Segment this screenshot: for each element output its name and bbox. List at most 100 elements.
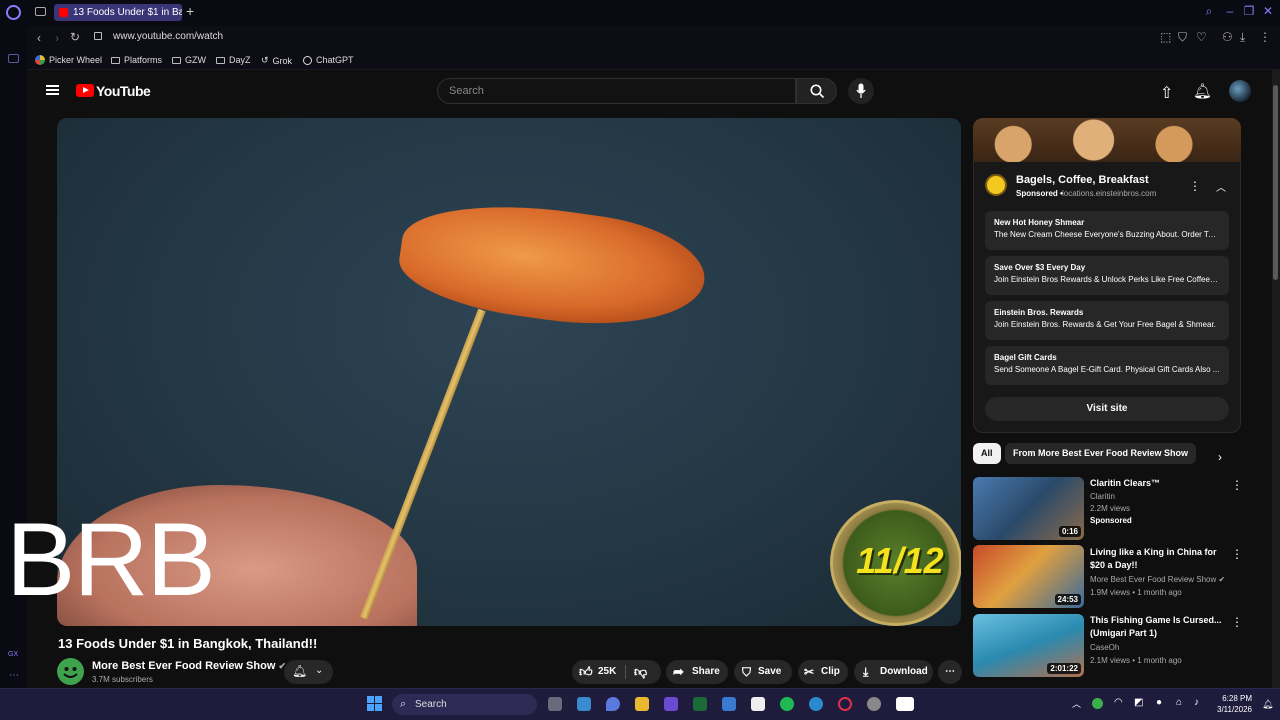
- dislike-button[interactable]: 👎︎: [634, 660, 647, 684]
- rec-channel[interactable]: More Best Ever Food Review Show ✔: [1090, 575, 1225, 584]
- forward-icon[interactable]: ›: [55, 31, 59, 45]
- chip-all[interactable]: All: [973, 443, 1001, 464]
- photos-icon[interactable]: [577, 697, 591, 711]
- search-button[interactable]: [796, 78, 837, 104]
- tray-app-icon-2[interactable]: ◩: [1134, 697, 1143, 708]
- pocket-icon[interactable]: ⛉: [1178, 30, 1187, 45]
- advertiser-logo[interactable]: [985, 174, 1007, 196]
- rec-more-icon[interactable]: ⋮: [1231, 615, 1243, 629]
- sitelink-title: Save Over $3 Every Day: [994, 263, 1086, 272]
- hamburger-menu-icon[interactable]: [46, 85, 59, 95]
- obs-icon[interactable]: [867, 697, 881, 711]
- bookmark-grok[interactable]: ↺ Grok: [261, 55, 292, 66]
- task-view-icon[interactable]: [548, 697, 562, 711]
- browser-search-icon[interactable]: ⌕: [1203, 5, 1215, 17]
- lock-icon[interactable]: [94, 32, 102, 40]
- tray-app-icon[interactable]: [1092, 698, 1103, 709]
- ad-sitelink[interactable]: Einstein Bros. Rewards Join Einstein Bros…: [985, 301, 1229, 340]
- tab-switcher-icon[interactable]: [35, 7, 46, 16]
- rec-channel[interactable]: Claritin: [1090, 492, 1115, 501]
- ad-sitelink[interactable]: Bagel Gift Cards Send Someone A Bagel E-G…: [985, 346, 1229, 385]
- heart-icon[interactable]: ♡: [1196, 30, 1207, 44]
- menu-icon[interactable]: ⋮: [1259, 30, 1271, 44]
- capcut-icon[interactable]: [751, 697, 765, 711]
- collapse-chevron-up-icon[interactable]: ︿: [1216, 179, 1226, 194]
- bookmark-dayz[interactable]: DayZ: [216, 55, 251, 65]
- ad-sitelink[interactable]: Save Over $3 Every Day Join Einstein Bros…: [985, 256, 1229, 295]
- windows-start-icon[interactable]: [367, 696, 382, 711]
- rec-title[interactable]: Claritin Clears™: [1090, 477, 1222, 490]
- tray-network-icon[interactable]: ⌂: [1176, 697, 1182, 708]
- channel-avatar[interactable]: [57, 658, 84, 685]
- snapshot-icon[interactable]: ⬚: [1160, 30, 1171, 44]
- ad-sitelink[interactable]: New Hot Honey Shmear The New Cream Cheese…: [985, 211, 1229, 250]
- streaming-app-icon[interactable]: [896, 697, 914, 711]
- close-window-icon[interactable]: ✕: [1262, 5, 1274, 17]
- bookmark-gzw[interactable]: GZW: [172, 55, 206, 65]
- ad-title[interactable]: Bagels, Coffee, Breakfast: [1016, 174, 1149, 186]
- url-field[interactable]: www.youtube.com/watch: [113, 31, 223, 42]
- gx-label[interactable]: GX: [8, 651, 18, 658]
- notepad-icon[interactable]: [722, 697, 736, 711]
- tray-mic-icon[interactable]: ●: [1156, 697, 1162, 708]
- app-grid-icon[interactable]: [664, 697, 678, 711]
- user-avatar[interactable]: [1229, 80, 1251, 102]
- file-explorer-icon[interactable]: [635, 697, 649, 711]
- opera-gx-taskbar-icon[interactable]: [838, 697, 852, 711]
- downloads-icon[interactable]: ⤓: [1240, 30, 1245, 45]
- sidebar-more-icon[interactable]: ⋯: [9, 670, 19, 681]
- tab-youtube-active[interactable]: 13 Foods Under $1 in Ba: [54, 4, 182, 21]
- account-icon[interactable]: ⚇: [1222, 30, 1233, 44]
- bookmark-chatgpt[interactable]: ChatGPT: [303, 55, 354, 65]
- spotify-icon[interactable]: [780, 697, 794, 711]
- chip-from-channel[interactable]: From More Best Ever Food Review Show: [1005, 443, 1197, 464]
- edge-icon[interactable]: [809, 697, 823, 711]
- rec-more-icon[interactable]: ⋮: [1231, 478, 1243, 492]
- gx-control-icon[interactable]: [8, 54, 19, 63]
- tray-wifi-icon[interactable]: ◠: [1114, 697, 1123, 708]
- share-button[interactable]: ➦ Share: [666, 660, 728, 684]
- chips-next-chevron-icon[interactable]: ›: [1218, 450, 1222, 464]
- rec-channel[interactable]: CaseOh: [1090, 643, 1119, 652]
- create-upload-icon[interactable]: ⇧: [1160, 83, 1173, 103]
- like-button[interactable]: 👍︎: [579, 660, 593, 684]
- like-count[interactable]: 25K: [598, 660, 616, 684]
- taskbar-search[interactable]: ⌕ Search: [392, 694, 537, 715]
- subscription-bell-button[interactable]: 🔔︎ ⌄: [284, 660, 333, 684]
- back-icon[interactable]: ‹: [37, 31, 41, 45]
- restore-icon[interactable]: ❐: [1243, 5, 1255, 17]
- minimize-icon[interactable]: –: [1224, 5, 1236, 17]
- taskbar-time[interactable]: 6:28 PM: [1216, 694, 1252, 703]
- rec-title[interactable]: This Fishing Game Is Cursed... (Umigari …: [1090, 614, 1222, 640]
- tray-chevron-up-icon[interactable]: ︿: [1072, 697, 1081, 710]
- rec-thumbnail[interactable]: 24:53: [973, 545, 1084, 608]
- new-tab-plus-icon[interactable]: +: [186, 3, 194, 19]
- visit-site-button[interactable]: Visit site: [985, 397, 1229, 421]
- rec-thumbnail[interactable]: 0:16: [973, 477, 1084, 540]
- scrollbar-thumb[interactable]: [1273, 85, 1278, 280]
- bookmark-picker-wheel[interactable]: Picker Wheel: [35, 55, 102, 65]
- tray-volume-icon[interactable]: ♪: [1194, 697, 1199, 708]
- notifications-bell-icon[interactable]: 🔔︎: [1193, 82, 1212, 100]
- ad-more-icon[interactable]: ⋮: [1189, 179, 1201, 193]
- reload-icon[interactable]: ↻: [70, 30, 80, 44]
- youtube-logo-icon[interactable]: [76, 84, 94, 97]
- rec-more-icon[interactable]: ⋮: [1231, 547, 1243, 561]
- youtube-logo-text[interactable]: YouTube: [96, 83, 151, 99]
- app-droplet-icon[interactable]: [606, 697, 620, 711]
- taskbar-date[interactable]: 3/11/2026: [1208, 705, 1252, 714]
- channel-name[interactable]: More Best Ever Food Review Show ✔: [92, 660, 286, 672]
- download-button[interactable]: ⤓ Download: [854, 660, 933, 684]
- excel-icon[interactable]: [693, 697, 707, 711]
- opera-gx-logo-icon[interactable]: [6, 5, 21, 20]
- save-button[interactable]: ⛉ Save: [734, 660, 792, 684]
- clip-button[interactable]: ✂ Clip: [798, 660, 848, 684]
- bookmark-platforms[interactable]: Platforms: [111, 55, 162, 65]
- more-actions-button[interactable]: ⋯: [938, 660, 962, 684]
- rec-thumbnail[interactable]: 2:01:22: [973, 614, 1084, 677]
- notifications-icon[interactable]: 🔔︎: [1262, 699, 1273, 710]
- rec-title[interactable]: Living like a King in China for $20 a Da…: [1090, 546, 1222, 572]
- voice-search-button[interactable]: [848, 78, 874, 104]
- ad-banner-image[interactable]: [973, 118, 1241, 162]
- search-input[interactable]: Search: [437, 78, 796, 104]
